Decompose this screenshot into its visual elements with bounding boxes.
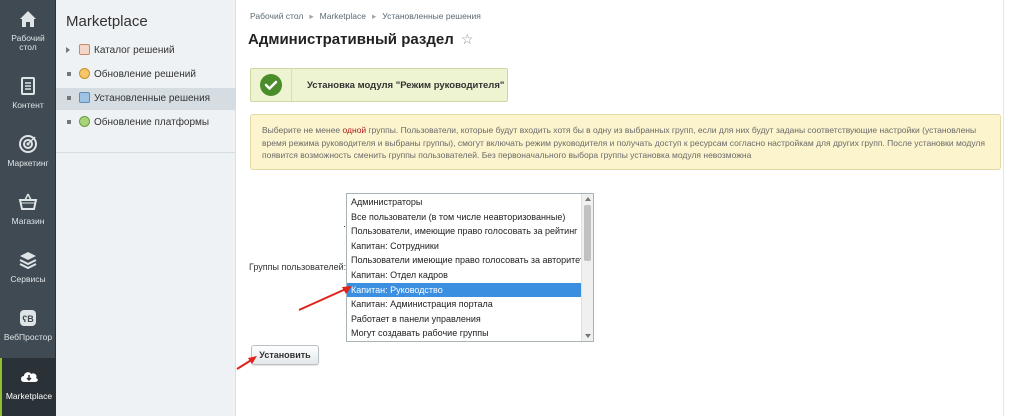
group-option-selected[interactable]: Капитан: Руководство <box>347 282 582 298</box>
webprostor-icon: ʕB <box>17 307 39 329</box>
nav-item-services[interactable]: Сервисы <box>0 241 56 299</box>
catalog-icon <box>79 44 90 55</box>
platform-icon <box>79 116 90 127</box>
group-option[interactable]: Пользователи, имеющие право голосовать з… <box>347 224 582 239</box>
bullet-icon <box>67 96 71 100</box>
warning-text: группы. Пользователи, которые будут вход… <box>262 125 985 160</box>
nav-item-marketing[interactable]: Маркетинг <box>0 125 56 183</box>
bullet-icon <box>67 120 71 124</box>
scroll-down-arrow-icon[interactable] <box>585 334 591 338</box>
nav-item-label: ВебПростор <box>3 332 53 342</box>
breadcrumb: Рабочий стол ▸ Marketplace ▸ Установленные р… <box>250 11 481 22</box>
page-right-border <box>1003 0 1004 416</box>
warning-highlight: одной <box>342 125 367 135</box>
submenu-item-updates[interactable]: Обновление решений <box>56 64 236 86</box>
breadcrumb-separator: ▸ <box>309 11 314 21</box>
group-option[interactable]: Капитан: Администрация портала <box>347 297 582 312</box>
groups-multiselect[interactable]: Администраторы Все пользователи (в том ч… <box>346 193 594 342</box>
nav-item-label: Контент <box>12 100 44 110</box>
nav-item-content[interactable]: Контент <box>0 67 56 125</box>
cloud-download-icon <box>18 366 40 388</box>
breadcrumb-link[interactable]: Установленные решения <box>382 11 481 21</box>
success-divider <box>291 69 292 101</box>
submenu-title: Marketplace <box>66 13 148 30</box>
submenu-item-label: Каталог решений <box>94 45 175 56</box>
group-option[interactable]: Капитан: Сотрудники <box>347 239 582 254</box>
left-nav: Рабочий стол Контент Маркетинг Магазин С… <box>0 0 56 416</box>
submenu-panel: Marketplace Каталог решений Обновление р… <box>56 0 236 416</box>
submenu-item-label: Обновление платформы <box>94 117 210 128</box>
main-content: Рабочий стол ▸ Marketplace ▸ Установленные р… <box>236 0 1024 416</box>
bullet-icon <box>67 72 71 76</box>
nav-item-webprostor[interactable]: ʕB ВебПростор <box>0 299 56 357</box>
page-title: Административный раздел <box>248 31 454 48</box>
group-option[interactable]: Пользователи имеющие право голосовать за… <box>347 253 582 268</box>
update-icon <box>79 68 90 79</box>
nav-item-label: Магазин <box>11 216 45 226</box>
document-icon <box>17 75 39 97</box>
group-option[interactable]: Могут создавать рабочие группы <box>347 326 582 341</box>
expand-arrow-icon[interactable] <box>66 47 70 53</box>
submenu-item-platform[interactable]: Обновление платформы <box>56 112 236 134</box>
group-option[interactable]: Администраторы <box>347 195 582 210</box>
listbox-scrollbar[interactable] <box>581 194 593 341</box>
group-option[interactable]: Все пользователи (в том числе неавторизо… <box>347 210 582 225</box>
layers-icon <box>17 249 39 271</box>
nav-item-label: Marketplace <box>5 391 53 401</box>
warning-note: Выберите не менее одной группы. Пользова… <box>250 114 1001 170</box>
submenu-divider <box>56 152 236 153</box>
submenu-item-catalog[interactable]: Каталог решений <box>56 40 236 62</box>
submenu-item-installed[interactable]: Установленные решения <box>56 88 236 110</box>
check-icon <box>260 74 282 96</box>
success-text: Установка модуля "Режим руководителя" <box>307 80 505 91</box>
install-button[interactable]: Установить <box>251 345 319 365</box>
group-option[interactable]: Работает в панели управления <box>347 312 582 327</box>
nav-item-marketplace[interactable]: Marketplace <box>0 358 56 416</box>
breadcrumb-link[interactable]: Рабочий стол <box>250 11 303 21</box>
breadcrumb-separator: ▸ <box>371 11 377 21</box>
nav-item-label: Рабочий стол <box>11 33 45 52</box>
scrollbar-thumb[interactable] <box>584 205 591 261</box>
favorite-star-icon[interactable]: ☆ <box>461 31 474 48</box>
group-option[interactable]: Капитан: Отдел кадров <box>347 268 582 283</box>
nav-item-label: Маркетинг <box>7 158 49 168</box>
home-icon <box>17 8 39 30</box>
success-message: Установка модуля "Режим руководителя" <box>250 68 508 102</box>
warning-text: Выберите не менее <box>262 125 343 135</box>
groups-label: Группы пользователей: <box>249 262 347 272</box>
target-icon <box>17 133 39 155</box>
submenu-item-label: Обновление решений <box>94 69 196 80</box>
installed-icon <box>79 92 90 103</box>
basket-icon <box>17 191 39 213</box>
decorative-dot <box>344 226 345 227</box>
nav-item-label: Сервисы <box>10 274 46 284</box>
nav-item-shop[interactable]: Магазин <box>0 183 56 241</box>
svg-text:ʕB: ʕB <box>22 314 34 324</box>
scroll-up-arrow-icon[interactable] <box>585 197 591 201</box>
nav-item-desktop[interactable]: Рабочий стол <box>0 0 56 58</box>
submenu-item-label: Установленные решения <box>94 93 211 104</box>
breadcrumb-link[interactable]: Marketplace <box>320 11 366 21</box>
